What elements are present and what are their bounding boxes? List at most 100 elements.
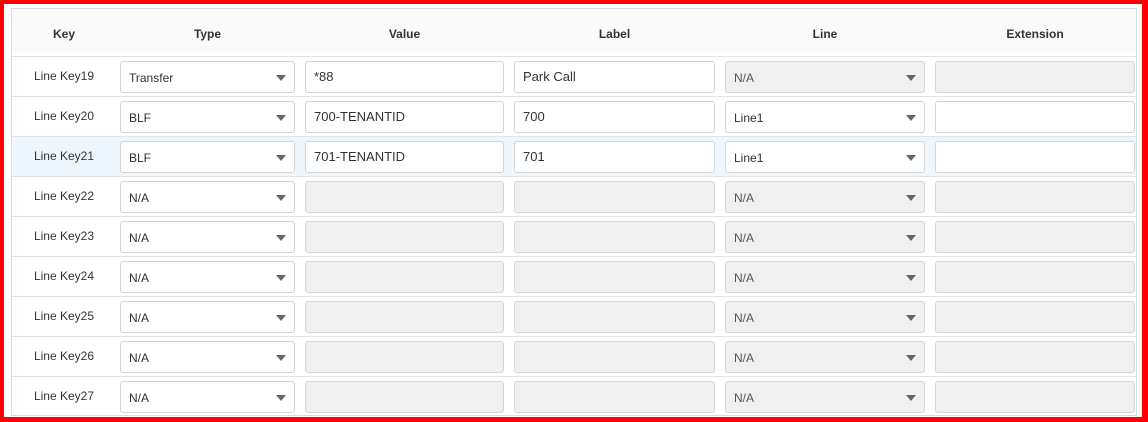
type-select[interactable]: Transfer xyxy=(120,61,295,93)
line-select[interactable]: N/A xyxy=(725,221,925,253)
value-input[interactable]: 700-TENANTID xyxy=(305,101,504,133)
line-select-value: N/A xyxy=(734,231,755,245)
chevron-down-icon xyxy=(906,75,916,81)
screenshot-frame: Key Type Value Label Line Extension Line… xyxy=(4,4,1142,417)
type-select-value: N/A xyxy=(129,271,150,285)
table-row: Line Key26 N/A N/A xyxy=(12,336,1136,376)
value-input[interactable] xyxy=(305,181,504,213)
table-row: Line Key21 BLF 701-TENANTID 701 Line1 xyxy=(12,136,1136,176)
label-input[interactable] xyxy=(514,261,715,293)
type-select[interactable]: BLF xyxy=(120,141,295,173)
key-name: Line Key20 xyxy=(33,109,95,123)
value-input[interactable]: 701-TENANTID xyxy=(305,141,504,173)
line-select[interactable]: Line1 xyxy=(725,101,925,133)
key-name: Line Key27 xyxy=(33,389,95,403)
chevron-down-icon xyxy=(906,355,916,361)
value-input[interactable] xyxy=(305,381,504,413)
table-row: Line Key23 N/A N/A xyxy=(12,216,1136,256)
label-input[interactable] xyxy=(514,341,715,373)
label-input[interactable] xyxy=(514,221,715,253)
chevron-down-icon xyxy=(276,315,286,321)
key-name: Line Key23 xyxy=(33,229,95,243)
type-select-value: Transfer xyxy=(129,71,174,85)
line-select[interactable]: N/A xyxy=(725,341,925,373)
type-select-value: N/A xyxy=(129,191,150,205)
type-select[interactable]: N/A xyxy=(120,221,295,253)
chevron-down-icon xyxy=(276,155,286,161)
line-select[interactable]: N/A xyxy=(725,181,925,213)
label-input[interactable]: 701 xyxy=(514,141,715,173)
chevron-down-icon xyxy=(906,115,916,121)
chevron-down-icon xyxy=(276,115,286,121)
line-select-value: N/A xyxy=(734,271,755,285)
extension-input[interactable] xyxy=(935,61,1135,93)
table-row: Line Key19 Transfer *88 Park Call N/A xyxy=(12,56,1136,96)
label-input[interactable] xyxy=(514,301,715,333)
line-select[interactable]: N/A xyxy=(725,61,925,93)
extension-input[interactable] xyxy=(935,381,1135,413)
chevron-down-icon xyxy=(276,195,286,201)
line-select[interactable]: Line1 xyxy=(725,141,925,173)
extension-input[interactable] xyxy=(935,341,1135,373)
type-select-value: N/A xyxy=(129,311,150,325)
label-input[interactable] xyxy=(514,181,715,213)
extension-input[interactable] xyxy=(935,261,1135,293)
chevron-down-icon xyxy=(276,355,286,361)
chevron-down-icon xyxy=(276,275,286,281)
type-select-value: N/A xyxy=(129,391,150,405)
table-row: Line Key22 N/A N/A xyxy=(12,176,1136,216)
line-select[interactable]: N/A xyxy=(725,301,925,333)
type-select[interactable]: N/A xyxy=(120,381,295,413)
extension-input[interactable] xyxy=(935,301,1135,333)
line-select-value: N/A xyxy=(734,391,755,405)
header-extension: Extension xyxy=(1006,27,1064,41)
key-name: Line Key19 xyxy=(33,69,95,83)
header-line: Line xyxy=(812,27,838,41)
table-row: Line Key20 BLF 700-TENANTID 700 Line1 xyxy=(12,96,1136,136)
value-input[interactable] xyxy=(305,261,504,293)
line-select[interactable]: N/A xyxy=(725,261,925,293)
line-select-value: N/A xyxy=(734,351,755,365)
chevron-down-icon xyxy=(906,395,916,401)
extension-input[interactable] xyxy=(935,101,1135,133)
type-select-value: BLF xyxy=(129,111,152,125)
table-row: Line Key27 N/A N/A xyxy=(12,376,1136,416)
line-select[interactable]: N/A xyxy=(725,381,925,413)
value-input[interactable] xyxy=(305,341,504,373)
type-select[interactable]: BLF xyxy=(120,101,295,133)
chevron-down-icon xyxy=(906,275,916,281)
line-select-value: N/A xyxy=(734,71,755,85)
key-name: Line Key21 xyxy=(33,149,95,163)
extension-input[interactable] xyxy=(935,181,1135,213)
line-select-value: Line1 xyxy=(734,111,764,125)
table-header: Key Type Value Label Line Extension xyxy=(12,9,1136,52)
label-input[interactable]: Park Call xyxy=(514,61,715,93)
table-row: Line Key24 N/A N/A xyxy=(12,256,1136,296)
header-type: Type xyxy=(193,27,222,41)
type-select[interactable]: N/A xyxy=(120,301,295,333)
key-name: Line Key25 xyxy=(33,309,95,323)
value-input[interactable] xyxy=(305,221,504,253)
chevron-down-icon xyxy=(276,395,286,401)
extension-input[interactable] xyxy=(935,141,1135,173)
chevron-down-icon xyxy=(906,235,916,241)
label-input[interactable] xyxy=(514,381,715,413)
type-select[interactable]: N/A xyxy=(120,261,295,293)
line-select-value: Line1 xyxy=(734,151,764,165)
chevron-down-icon xyxy=(276,235,286,241)
key-name: Line Key24 xyxy=(33,269,95,283)
header-label: Label xyxy=(598,27,631,41)
type-select[interactable]: N/A xyxy=(120,341,295,373)
label-input[interactable]: 700 xyxy=(514,101,715,133)
key-name: Line Key22 xyxy=(33,189,95,203)
table-row: Line Key25 N/A N/A xyxy=(12,296,1136,336)
chevron-down-icon xyxy=(276,75,286,81)
type-select-value: N/A xyxy=(129,351,150,365)
key-name: Line Key26 xyxy=(33,349,95,363)
value-input[interactable] xyxy=(305,301,504,333)
type-select[interactable]: N/A xyxy=(120,181,295,213)
extension-input[interactable] xyxy=(935,221,1135,253)
line-key-table: Key Type Value Label Line Extension Line… xyxy=(11,8,1137,416)
chevron-down-icon xyxy=(906,315,916,321)
value-input[interactable]: *88 xyxy=(305,61,504,93)
